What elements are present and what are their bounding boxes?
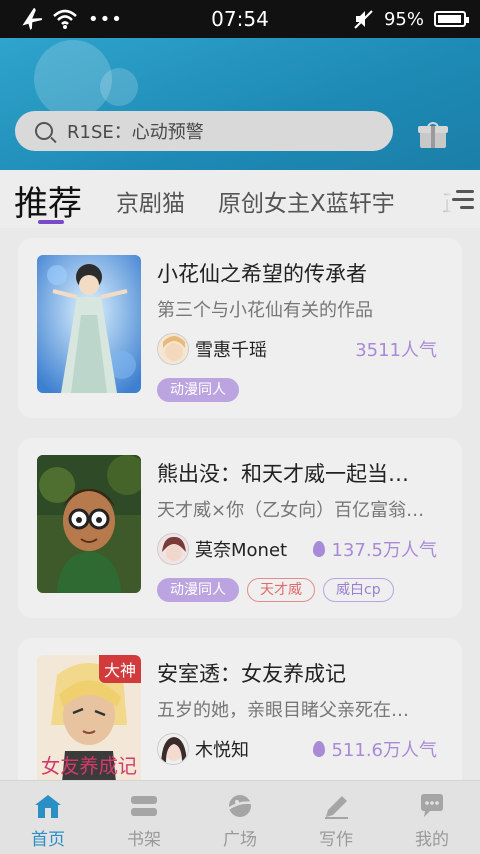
avatar[interactable] bbox=[157, 333, 189, 365]
category-menu-icon[interactable] bbox=[452, 190, 474, 210]
pen-icon bbox=[325, 796, 348, 819]
cover-title-text: 女友养成记 bbox=[41, 754, 137, 778]
popularity-count: 511.6万人气 bbox=[313, 736, 437, 762]
author-row: 木悦知 511.6万人气 bbox=[157, 733, 437, 765]
book-card[interactable]: 小花仙之希望的传承者 第三个与小花仙有关的作品 雪惠千瑶 3511人气 动漫同人 bbox=[18, 238, 462, 418]
status-bar: ••• 07:54 95% bbox=[0, 0, 480, 38]
book-cover bbox=[37, 255, 141, 393]
flame-icon bbox=[313, 541, 326, 557]
author-row: 莫奈Monet 137.5万人气 bbox=[157, 533, 437, 565]
popularity-count: 3511人气 bbox=[355, 340, 437, 361]
tab-jingjumao[interactable]: 京剧猫 bbox=[116, 184, 185, 218]
book-description: 天才威×你（乙女向）百亿富翁… bbox=[157, 500, 425, 521]
avatar[interactable] bbox=[157, 733, 189, 765]
book-title: 熊出没：和天才威一起当… bbox=[157, 462, 409, 486]
popularity-count: 137.5万人气 bbox=[313, 536, 437, 562]
author-name: 莫奈Monet bbox=[195, 540, 288, 561]
tag[interactable]: 天才威 bbox=[247, 578, 315, 602]
battery-percent: 95% bbox=[383, 8, 424, 30]
author-name: 木悦知 bbox=[195, 740, 249, 761]
nav-write[interactable]: 写作 bbox=[288, 781, 384, 854]
book-title: 安室透：女友养成记 bbox=[157, 662, 346, 686]
gift-icon[interactable] bbox=[418, 122, 448, 148]
flame-icon bbox=[313, 741, 326, 757]
nav-bookshelf[interactable]: 书架 bbox=[96, 781, 192, 854]
active-tab-indicator bbox=[38, 220, 64, 224]
search-bar[interactable]: R1SE：心动预警 bbox=[15, 111, 393, 151]
book-cover bbox=[37, 455, 141, 593]
author-name: 雪惠千瑶 bbox=[195, 340, 267, 361]
avatar[interactable] bbox=[157, 533, 189, 565]
bookshelf-icon bbox=[131, 796, 157, 816]
header-banner: R1SE：心动预警 bbox=[0, 38, 480, 170]
tag[interactable]: 威白cp bbox=[323, 578, 394, 602]
tab-recommend[interactable]: 推荐 bbox=[14, 176, 82, 225]
bottom-nav: 首页 书架 广场 写作 我的 bbox=[0, 780, 480, 854]
tag[interactable]: 动漫同人 bbox=[157, 578, 239, 602]
home-icon bbox=[35, 795, 61, 818]
author-row: 雪惠千瑶 3511人气 bbox=[157, 333, 437, 365]
mute-icon bbox=[354, 10, 373, 29]
category-tabs: 推荐 京剧猫 原创女主X蓝轩宇 正 bbox=[0, 170, 480, 228]
tag[interactable]: 动漫同人 bbox=[157, 378, 239, 402]
battery-icon bbox=[434, 11, 469, 27]
search-placeholder: R1SE：心动预警 bbox=[67, 122, 204, 143]
nav-square[interactable]: 广场 bbox=[192, 781, 288, 854]
book-description: 第三个与小花仙有关的作品 bbox=[157, 300, 373, 321]
nav-mine[interactable]: 我的 bbox=[384, 781, 480, 854]
book-cover: 女友养成记 大神 bbox=[37, 655, 141, 793]
tab-original-female-lead[interactable]: 原创女主X蓝轩宇 bbox=[218, 184, 395, 218]
book-description: 五岁的她，亲眼目睹父亲死在… bbox=[157, 700, 409, 721]
book-card[interactable]: 熊出没：和天才威一起当… 天才威×你（乙女向）百亿富翁… 莫奈Monet 137… bbox=[18, 438, 462, 618]
chat-bubble-icon bbox=[421, 794, 443, 817]
search-icon bbox=[35, 122, 53, 140]
book-title: 小花仙之希望的传承者 bbox=[157, 262, 367, 286]
planet-icon bbox=[227, 795, 253, 817]
nav-home[interactable]: 首页 bbox=[0, 781, 96, 854]
master-badge: 大神 bbox=[98, 655, 141, 683]
